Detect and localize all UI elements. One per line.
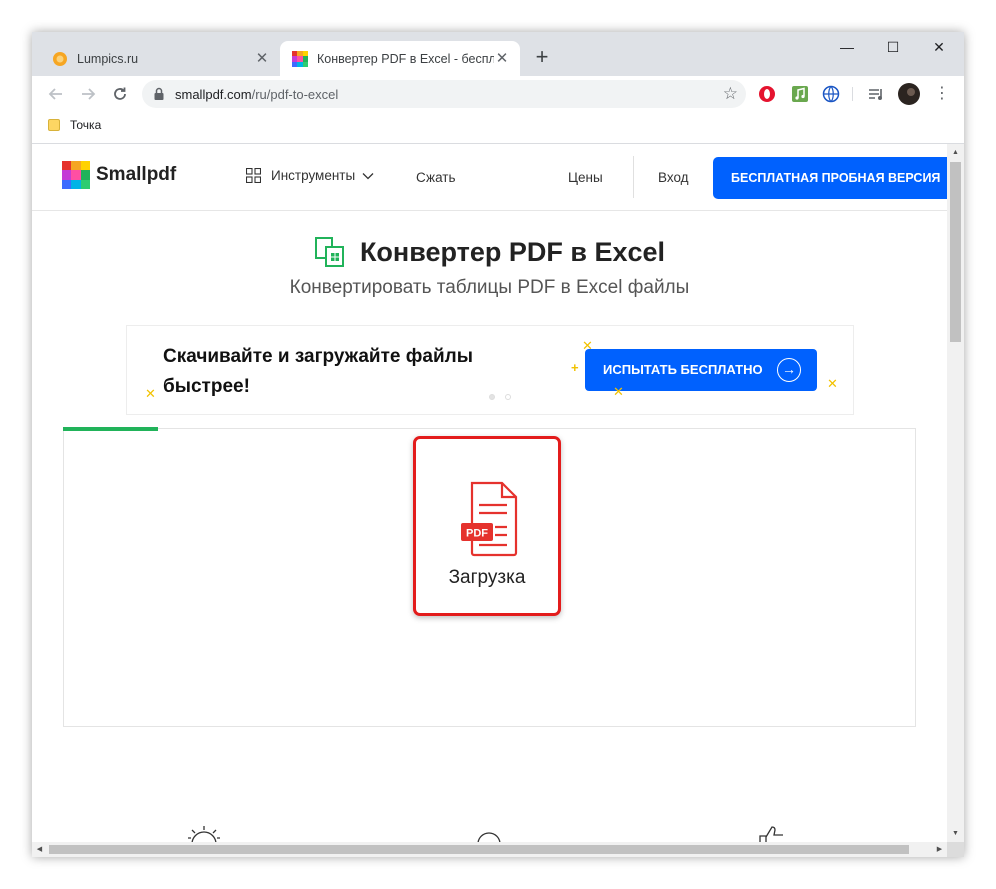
bookmark-star-icon[interactable]: ☆ xyxy=(723,84,738,104)
opera-extension-icon[interactable] xyxy=(758,85,776,103)
url-path: /ru/pdf-to-excel xyxy=(251,87,339,102)
scrollbar-corner xyxy=(947,842,964,857)
scroll-down-icon[interactable]: ▼ xyxy=(947,825,964,842)
sparkle-icon: ✕ xyxy=(145,386,156,401)
upload-label: Загрузка xyxy=(448,567,526,588)
media-controls-icon[interactable] xyxy=(867,85,885,103)
horizontal-scrollbar[interactable]: ◀ ▶ xyxy=(32,842,947,857)
lock-icon xyxy=(154,87,164,100)
tab-close-icon[interactable]: ✕ xyxy=(494,50,510,67)
compress-link[interactable]: Сжать xyxy=(416,170,456,185)
promo-text: Скачивайте и загружайте файлы быстрее! xyxy=(163,346,473,397)
prices-link[interactable]: Цены xyxy=(568,170,603,185)
new-tab-button[interactable]: + xyxy=(530,46,554,70)
page-title: Конвертер PDF в Excel xyxy=(359,236,666,267)
browser-toolbar: smallpdf.com/ru/pdf-to-excel ☆ ⋮ xyxy=(32,76,964,112)
tab-strip: Lumpics.ru ✕ Конвертер PDF в Excel - бес… xyxy=(32,32,964,76)
carousel-dot[interactable] xyxy=(489,394,495,400)
nav-divider xyxy=(633,156,634,198)
tools-label: Инструменты xyxy=(271,168,356,183)
browser-window: Lumpics.ru ✕ Конвертер PDF в Excel - бес… xyxy=(32,32,964,857)
pdf-file-icon: PDF xyxy=(461,481,518,557)
profile-avatar[interactable] xyxy=(898,83,920,105)
reload-icon xyxy=(114,87,126,100)
tools-menu[interactable]: Инструменты xyxy=(246,168,374,183)
horizontal-scroll-thumb[interactable] xyxy=(49,845,909,854)
arrow-right-circle-icon: → xyxy=(777,358,801,382)
sparkle-icon: ✕ xyxy=(827,376,838,391)
login-link[interactable]: Вход xyxy=(658,170,689,185)
grid-icon xyxy=(246,168,261,183)
scroll-up-icon[interactable]: ▲ xyxy=(947,144,964,161)
bookmark-label: Точка xyxy=(70,118,102,132)
vpn-globe-extension-icon[interactable] xyxy=(822,85,840,103)
bookmark-folder-tochka[interactable]: Точка xyxy=(48,118,101,132)
url-text: smallpdf.com/ru/pdf-to-excel xyxy=(175,87,338,102)
maximize-button[interactable]: ☐ xyxy=(870,38,916,58)
smallpdf-logo[interactable]: Smallpdf xyxy=(62,161,176,189)
upload-progress-bar xyxy=(63,427,158,431)
folder-icon xyxy=(48,119,60,131)
upload-button[interactable]: PDF Загрузка xyxy=(413,436,561,616)
minimize-button[interactable]: — xyxy=(824,38,870,58)
try-free-label: ИСПЫТАТЬ БЕСПЛАТНО xyxy=(603,362,763,377)
lumpics-favicon-icon xyxy=(53,51,67,66)
circle-feature-icon xyxy=(477,832,501,842)
promo-banner: Скачивайте и загружайте файлы быстрее! И… xyxy=(126,325,854,415)
sparkle-icon: + xyxy=(571,360,579,375)
tab-title: Lumpics.ru xyxy=(77,51,139,66)
vertical-scroll-thumb[interactable] xyxy=(950,162,961,342)
forward-arrow-icon xyxy=(82,88,96,100)
close-window-button[interactable]: ✕ xyxy=(916,38,962,58)
pdf-to-excel-icon xyxy=(314,237,344,267)
sparkle-icon: ✕ xyxy=(582,338,593,353)
chevron-down-icon xyxy=(362,172,374,179)
toolbar-divider xyxy=(852,87,853,101)
browser-menu-icon[interactable]: ⋮ xyxy=(930,82,954,106)
thumbs-up-feature-icon xyxy=(759,826,783,842)
sun-feature-icon xyxy=(188,826,220,842)
sparkle-icon: ✕ xyxy=(613,384,624,399)
page-subtitle: Конвертировать таблицы PDF в Excel файлы xyxy=(289,277,690,298)
tab-title: Конвертер PDF в Excel - бесплат xyxy=(317,51,494,66)
scroll-right-icon[interactable]: ▶ xyxy=(932,842,947,857)
music-extension-icon[interactable] xyxy=(791,85,809,103)
back-button[interactable] xyxy=(44,82,68,106)
site-header: Smallpdf Инструменты Сжать Цены Вход БЕС… xyxy=(32,144,947,211)
url-host: smallpdf.com xyxy=(175,87,252,102)
back-arrow-icon xyxy=(48,88,62,100)
tab-smallpdf[interactable]: Конвертер PDF в Excel - бесплат ✕ xyxy=(280,41,520,76)
carousel-dots xyxy=(489,394,521,400)
bookmarks-bar: Точка xyxy=(32,112,964,144)
address-bar[interactable]: smallpdf.com/ru/pdf-to-excel ☆ xyxy=(142,80,746,108)
smallpdf-logo-icon xyxy=(62,161,90,189)
pdf-badge-text: PDF xyxy=(466,528,488,540)
tab-lumpics[interactable]: Lumpics.ru ✕ xyxy=(40,41,280,76)
tab-close-icon[interactable]: ✕ xyxy=(254,50,270,67)
vertical-scrollbar[interactable]: ▲ ▼ xyxy=(947,144,964,842)
page-viewport: Smallpdf Инструменты Сжать Цены Вход БЕС… xyxy=(32,144,947,842)
logo-text: Smallpdf xyxy=(96,164,177,185)
reload-button[interactable] xyxy=(108,82,132,106)
carousel-dot[interactable] xyxy=(505,394,511,400)
forward-button[interactable] xyxy=(76,82,100,106)
smallpdf-favicon-icon xyxy=(292,50,308,67)
page-heading: Конвертер PDF в Excel xyxy=(32,236,947,268)
scroll-left-icon[interactable]: ◀ xyxy=(32,842,47,857)
free-trial-button[interactable]: БЕСПЛАТНАЯ ПРОБНАЯ ВЕРСИЯ xyxy=(713,157,947,199)
